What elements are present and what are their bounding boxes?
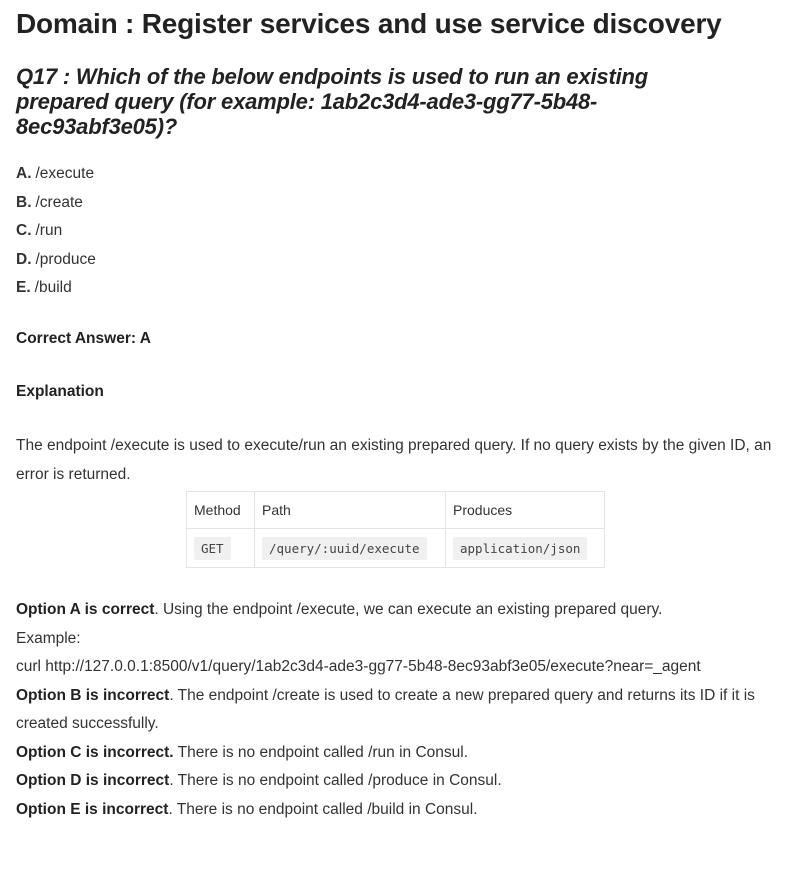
explanation-text: The endpoint /execute is used to execute… [16,437,772,483]
api-endpoint-table: Method Path Produces GET /query/:uuid/ex… [186,491,605,568]
produces-code: application/json [453,537,588,560]
option-letter: E. [16,279,31,296]
option-text: /produce [35,250,96,268]
path-code: /query/:uuid/execute [262,537,427,560]
question-text: Q17 : Which of the below endpoints is us… [16,64,648,139]
table-row: GET /query/:uuid/execute application/jso… [186,528,605,568]
domain-title: Domain : Register services and use servi… [16,8,722,39]
table-header-row: Method Path Produces [186,491,605,529]
example-label: Example: [16,629,81,647]
option-letter: D. [16,250,32,268]
table-header-method: Method [186,491,255,529]
option-text: /run [35,222,63,239]
answer-options: A./execute B./create C./run D./produce E… [16,160,96,303]
explanation-heading: Explanation [16,383,104,400]
option-d-explanation: Option D is incorrect. There is no endpo… [16,767,781,796]
option-e: E./build [16,274,96,303]
option-letter: B. [16,193,32,211]
option-e-verdict: Option E is incorrect [16,800,169,818]
option-a-reason: . Using the endpoint /execute, we can ex… [154,601,663,618]
example-command: curl http://127.0.0.1:8500/v1/query/1ab2… [16,658,701,675]
option-letter: C. [16,222,32,239]
option-text: /build [34,279,72,296]
table-cell-path: /query/:uuid/execute [254,528,446,568]
option-d-reason: . There is no endpoint called /produce i… [169,772,502,789]
correct-answer: Correct Answer: A [16,330,151,347]
option-e-reason: . There is no endpoint called /build in … [168,800,478,818]
table-cell-method: GET [186,528,255,568]
option-text: /create [35,193,83,211]
option-b-explanation: Option B is incorrect. The endpoint /cre… [16,682,781,739]
option-letter: A. [16,165,32,182]
option-a: A./execute [16,160,96,189]
option-text: /execute [35,165,95,182]
option-a-verdict: Option A is correct [16,601,155,618]
option-e-explanation: Option E is incorrect. There is no endpo… [16,796,781,825]
table-header-produces: Produces [445,491,605,529]
option-c-reason: There is no endpoint called /run in Cons… [173,743,469,761]
table-header-path: Path [254,491,446,529]
method-code: GET [194,537,231,560]
option-explanations: Option A is correct. Using the endpoint … [16,596,781,824]
option-b-verdict: Option B is incorrect [16,686,170,704]
table-cell-produces: application/json [445,528,605,568]
option-d: D./produce [16,246,96,275]
option-c-explanation: Option C is incorrect. There is no endpo… [16,739,781,768]
option-a-explanation: Option A is correct. Using the endpoint … [16,596,781,625]
option-c: C./run [16,217,96,246]
option-c-verdict: Option C is incorrect. [16,743,174,761]
option-d-verdict: Option D is incorrect [16,772,170,789]
option-b: B./create [16,189,96,218]
